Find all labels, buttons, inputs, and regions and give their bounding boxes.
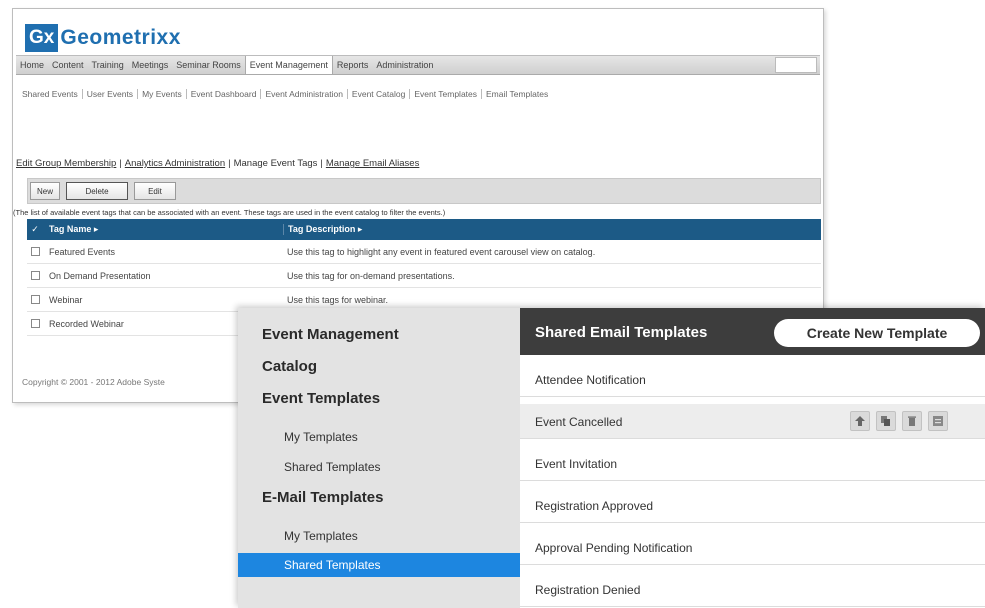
tag-name: Featured Events bbox=[49, 246, 116, 257]
new-button[interactable]: New bbox=[30, 182, 60, 200]
tag-description: Use this tag to highlight any event in f… bbox=[287, 246, 596, 257]
subnav-my-events[interactable]: My Events bbox=[138, 89, 187, 99]
delete-icon[interactable] bbox=[902, 411, 922, 431]
select-all-checkbox[interactable]: ✓ bbox=[27, 224, 43, 235]
header-tag-description[interactable]: Tag Description ▸ bbox=[283, 224, 821, 235]
geometrixx-logo[interactable]: Gx Geometrixx bbox=[25, 24, 181, 52]
sidebar: Event Management Catalog Event Templates… bbox=[238, 308, 520, 608]
template-row[interactable]: Approval Pending Notification bbox=[520, 530, 985, 565]
copy-icon[interactable] bbox=[876, 411, 896, 431]
separator: | bbox=[320, 158, 323, 169]
subnav-email-templates[interactable]: Email Templates bbox=[482, 89, 552, 99]
admin-links: Edit Group Membership | Analytics Admini… bbox=[16, 158, 419, 169]
subnav-event-templates[interactable]: Event Templates bbox=[410, 89, 483, 99]
publish-icon[interactable] bbox=[850, 411, 870, 431]
preview-icon[interactable] bbox=[928, 411, 948, 431]
row-checkbox[interactable] bbox=[30, 271, 40, 280]
sidebar-event-management[interactable]: Event Management bbox=[262, 326, 544, 343]
tag-description: Use this tags for webinar. bbox=[287, 294, 389, 305]
subnav-event-catalog[interactable]: Event Catalog bbox=[348, 89, 411, 99]
row-actions bbox=[850, 411, 954, 431]
toolbar: New Delete Edit bbox=[27, 178, 821, 204]
tag-name: Webinar bbox=[49, 294, 83, 305]
table-row[interactable]: On Demand Presentation Use this tag for … bbox=[27, 264, 821, 288]
separator: | bbox=[119, 158, 122, 169]
template-row[interactable]: Attendee Notification bbox=[520, 362, 985, 397]
template-name: Event Invitation bbox=[535, 457, 618, 471]
copyright-text: Copyright © 2001 - 2012 Adobe Syste bbox=[22, 377, 165, 387]
template-row[interactable]: Event Invitation bbox=[520, 446, 985, 481]
nav-training[interactable]: Training bbox=[88, 60, 128, 70]
page-title: Shared Email Templates bbox=[535, 324, 708, 341]
table-header: ✓ Tag Name ▸ Tag Description ▸ bbox=[27, 219, 821, 240]
sub-navigation: Shared Events User Events My Events Even… bbox=[18, 89, 552, 99]
nav-event-management[interactable]: Event Management bbox=[244, 56, 333, 74]
subnav-user-events[interactable]: User Events bbox=[83, 89, 139, 99]
tag-name: On Demand Presentation bbox=[49, 270, 151, 281]
nav-home[interactable]: Home bbox=[16, 60, 48, 70]
nav-content[interactable]: Content bbox=[48, 60, 88, 70]
table-row[interactable]: Featured Events Use this tag to highligh… bbox=[27, 240, 821, 264]
template-row[interactable]: Event Cancelled bbox=[520, 404, 985, 439]
template-name: Registration Approved bbox=[535, 499, 654, 513]
row-checkbox[interactable] bbox=[30, 295, 40, 304]
email-templates-panel: Event Management Catalog Event Templates… bbox=[238, 308, 985, 608]
link-manage-event-tags[interactable]: Manage Event Tags bbox=[234, 158, 318, 169]
search-input[interactable] bbox=[775, 57, 817, 73]
edit-button[interactable]: Edit bbox=[134, 182, 176, 200]
template-name: Event Cancelled bbox=[535, 415, 623, 429]
link-manage-email-aliases[interactable]: Manage Email Aliases bbox=[326, 158, 419, 169]
row-checkbox[interactable] bbox=[30, 247, 40, 256]
subnav-shared-events[interactable]: Shared Events bbox=[18, 89, 83, 99]
template-row[interactable]: Registration Approved bbox=[520, 488, 985, 523]
sidebar-email-templates[interactable]: E-Mail Templates bbox=[262, 489, 544, 506]
delete-button[interactable]: Delete bbox=[66, 182, 128, 200]
subnav-event-administration[interactable]: Event Administration bbox=[261, 89, 348, 99]
template-name: Registration Denied bbox=[535, 583, 641, 597]
logo-name: Geometrixx bbox=[60, 26, 181, 49]
template-row[interactable]: Registration Denied bbox=[520, 572, 985, 607]
logo-mark: Gx bbox=[25, 24, 59, 52]
nav-administration[interactable]: Administration bbox=[372, 60, 437, 70]
row-checkbox[interactable] bbox=[30, 319, 40, 328]
sidebar-catalog[interactable]: Catalog bbox=[262, 358, 544, 375]
sidebar-email-shared-templates[interactable]: Shared Templates bbox=[238, 553, 520, 577]
tag-description: Use this tag for on-demand presentations… bbox=[287, 270, 455, 281]
help-text: (The list of available event tags that c… bbox=[13, 208, 446, 217]
link-edit-group-membership[interactable]: Edit Group Membership bbox=[16, 158, 116, 169]
nav-reports[interactable]: Reports bbox=[333, 60, 373, 70]
template-name: Attendee Notification bbox=[535, 373, 646, 387]
sidebar-event-templates[interactable]: Event Templates bbox=[262, 390, 544, 407]
separator: | bbox=[228, 158, 231, 169]
create-new-template-button[interactable]: Create New Template bbox=[774, 319, 980, 347]
subnav-event-dashboard[interactable]: Event Dashboard bbox=[187, 89, 262, 99]
nav-seminar-rooms[interactable]: Seminar Rooms bbox=[172, 60, 245, 70]
templates-header: Shared Email Templates Create New Templa… bbox=[520, 308, 985, 355]
link-analytics-administration[interactable]: Analytics Administration bbox=[125, 158, 225, 169]
templates-main: Shared Email Templates Create New Templa… bbox=[520, 308, 985, 608]
top-navigation: Home Content Training Meetings Seminar R… bbox=[16, 55, 820, 75]
template-name: Approval Pending Notification bbox=[535, 541, 693, 555]
header-tag-name[interactable]: Tag Name ▸ bbox=[43, 224, 283, 235]
nav-meetings[interactable]: Meetings bbox=[128, 60, 173, 70]
